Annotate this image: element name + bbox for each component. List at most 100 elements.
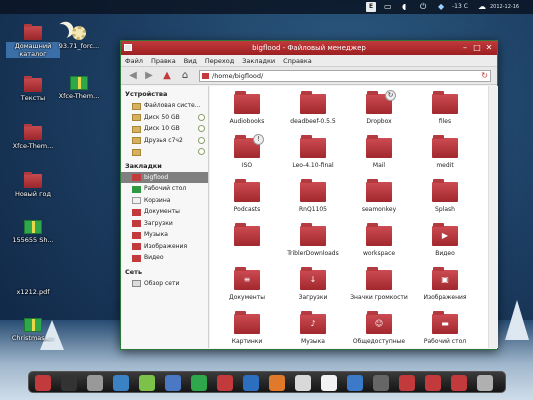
eject-icon[interactable] xyxy=(198,148,205,155)
file-item[interactable]: Splash xyxy=(412,179,478,213)
sidebar-item-desktop[interactable]: Рабочий стол xyxy=(121,183,208,195)
back-arrow-icon[interactable]: ◀ xyxy=(127,70,139,82)
sidebar-item-label: Рабочий стол xyxy=(144,185,187,192)
weather-readout[interactable]: -13 C xyxy=(452,2,468,12)
gift-icon[interactable] xyxy=(191,375,207,391)
firefox-icon[interactable] xyxy=(269,375,285,391)
menu-go[interactable]: Переход xyxy=(201,55,238,67)
sidebar-item-music[interactable]: Музыка xyxy=(121,229,208,241)
sidebar-item-disk-10[interactable]: Диск 10 GB xyxy=(121,123,208,135)
vertical-scrollbar[interactable] xyxy=(488,86,498,348)
desktop-icon-folder[interactable]: Xfce-Them... xyxy=(6,124,60,150)
snowman-icon[interactable] xyxy=(321,375,337,391)
file-item[interactable]: Audiobooks xyxy=(214,91,280,125)
browser-icon[interactable] xyxy=(113,375,129,391)
file-item[interactable]: ☺ Общедоступные xyxy=(346,311,412,345)
chart-icon[interactable] xyxy=(139,375,155,391)
menu-edit[interactable]: Правка xyxy=(147,55,180,67)
keyboard-icon[interactable]: ▭ xyxy=(384,2,394,12)
home-folder-icon xyxy=(132,174,141,181)
menu-view[interactable]: Вид xyxy=(180,55,201,67)
file-item[interactable]: RnQ1105 xyxy=(280,179,346,213)
file-item[interactable] xyxy=(214,223,280,250)
sidebar-item-friends[interactable]: Друзья с7ч2 xyxy=(121,135,208,147)
desktop-icon-archive[interactable]: Christmas_... xyxy=(6,318,60,342)
eject-icon[interactable] xyxy=(198,136,205,144)
folder-icon[interactable] xyxy=(425,375,441,391)
desktop-icon-folder[interactable]: Новый год xyxy=(6,172,60,198)
calculator-icon[interactable] xyxy=(87,375,103,391)
file-item[interactable]: Leo-4.10-final xyxy=(280,135,346,169)
sidebar-item-documents[interactable]: Документы xyxy=(121,206,208,218)
terminal-icon[interactable] xyxy=(61,375,77,391)
file-item[interactable]: ♪ Музыка xyxy=(280,311,346,345)
power-icon[interactable]: ⏻ xyxy=(420,2,428,12)
sidebar-item-network[interactable]: Обзор сети xyxy=(121,278,208,290)
close-icon[interactable]: ✕ xyxy=(484,43,494,53)
forward-arrow-icon[interactable]: ▶ xyxy=(143,70,155,82)
document-icon[interactable] xyxy=(165,375,181,391)
sidebar-item-pictures[interactable]: Изображения xyxy=(121,241,208,253)
file-item[interactable]: ↻ Dropbox xyxy=(346,90,412,125)
minimize-icon[interactable]: – xyxy=(460,43,470,53)
file-item[interactable]: ▬ Рабочий стол xyxy=(412,311,478,345)
desktop-icon-archive[interactable]: Xfce-Them... xyxy=(52,76,106,100)
file-item[interactable]: files xyxy=(412,91,478,125)
menu-file[interactable]: Файл xyxy=(121,55,147,67)
menu-bookmarks[interactable]: Закладки xyxy=(238,55,279,67)
santa-icon[interactable] xyxy=(35,375,51,391)
sidebar-item-trash[interactable]: Корзина xyxy=(121,195,208,207)
maximize-icon[interactable]: □ xyxy=(472,43,482,53)
desktop-icon-pdf[interactable]: x1212.pdf xyxy=(6,272,60,296)
sidebar-item-device[interactable] xyxy=(121,146,208,158)
mail-icon[interactable] xyxy=(295,375,311,391)
sidebar-item-downloads[interactable]: Загрузки xyxy=(121,218,208,230)
camera-icon[interactable] xyxy=(373,375,389,391)
menu-help[interactable]: Справка xyxy=(279,55,316,67)
eject-icon[interactable] xyxy=(198,125,205,132)
clock[interactable]: 2012-12-16 xyxy=(490,2,519,12)
file-item[interactable]: Podcasts xyxy=(214,179,280,213)
file-item[interactable]: seamonkey xyxy=(346,179,412,213)
file-item[interactable]: Значки громкости xyxy=(346,267,412,301)
eject-icon[interactable] xyxy=(198,113,205,121)
folder-icon[interactable] xyxy=(399,375,415,391)
red-folder-icon xyxy=(24,76,42,92)
sidebar-item-disk-50[interactable]: Диск 50 GB xyxy=(121,112,208,124)
file-item[interactable]: ▣ Изображения xyxy=(412,267,478,301)
file-item[interactable]: Mail xyxy=(346,135,412,169)
settings-icon[interactable] xyxy=(347,375,363,391)
file-item[interactable]: ! ISO xyxy=(214,134,280,169)
file-item[interactable]: ▶ Видео xyxy=(412,223,478,257)
file-item[interactable]: ≡ Документы xyxy=(214,267,280,301)
up-arrow-icon[interactable]: ▲ xyxy=(161,70,173,82)
sidebar-item-filesystem[interactable]: Файловая систе... xyxy=(121,100,208,112)
app-icon[interactable] xyxy=(124,44,132,51)
e-badge[interactable]: E xyxy=(366,2,376,12)
window-titlebar[interactable]: bigflood - Файловый менеджер – □ ✕ xyxy=(121,41,497,55)
sidebar-item-video[interactable]: Видео xyxy=(121,252,208,264)
network-icon[interactable]: ◆ xyxy=(438,2,446,12)
reload-icon[interactable]: ↻ xyxy=(481,71,488,81)
folder-icon[interactable] xyxy=(451,375,467,391)
red-folder-icon xyxy=(24,124,42,140)
folder-icon: ≡ xyxy=(234,267,260,290)
santa-icon[interactable] xyxy=(217,375,233,391)
file-item[interactable]: workspace xyxy=(346,223,412,257)
desktop-icon-file[interactable]: 93.71_forc... xyxy=(52,26,106,50)
file-item[interactable]: TriblerDownloads xyxy=(280,223,346,257)
file-item[interactable]: Картинки xyxy=(214,311,280,345)
location-bar[interactable]: /home/bigflood/ ↻ xyxy=(199,70,491,82)
volume-icon[interactable]: ◖ xyxy=(402,2,410,12)
file-item-label: Картинки xyxy=(231,338,263,345)
sidebar-item-home[interactable]: bigflood xyxy=(121,171,208,183)
globe-icon[interactable] xyxy=(243,375,259,391)
desktop-icon-archive[interactable]: 155655 Sh... xyxy=(6,220,60,244)
home-icon[interactable]: ⌂ xyxy=(179,70,191,82)
file-item[interactable]: medit xyxy=(412,135,478,169)
file-item[interactable]: ↓ Загрузки xyxy=(280,267,346,301)
file-item[interactable]: deadbeef-0.5.5 xyxy=(280,91,346,125)
sidebar-item-label: Обзор сети xyxy=(144,279,180,287)
gift-icon xyxy=(24,220,42,234)
trash-icon[interactable] xyxy=(477,375,493,391)
